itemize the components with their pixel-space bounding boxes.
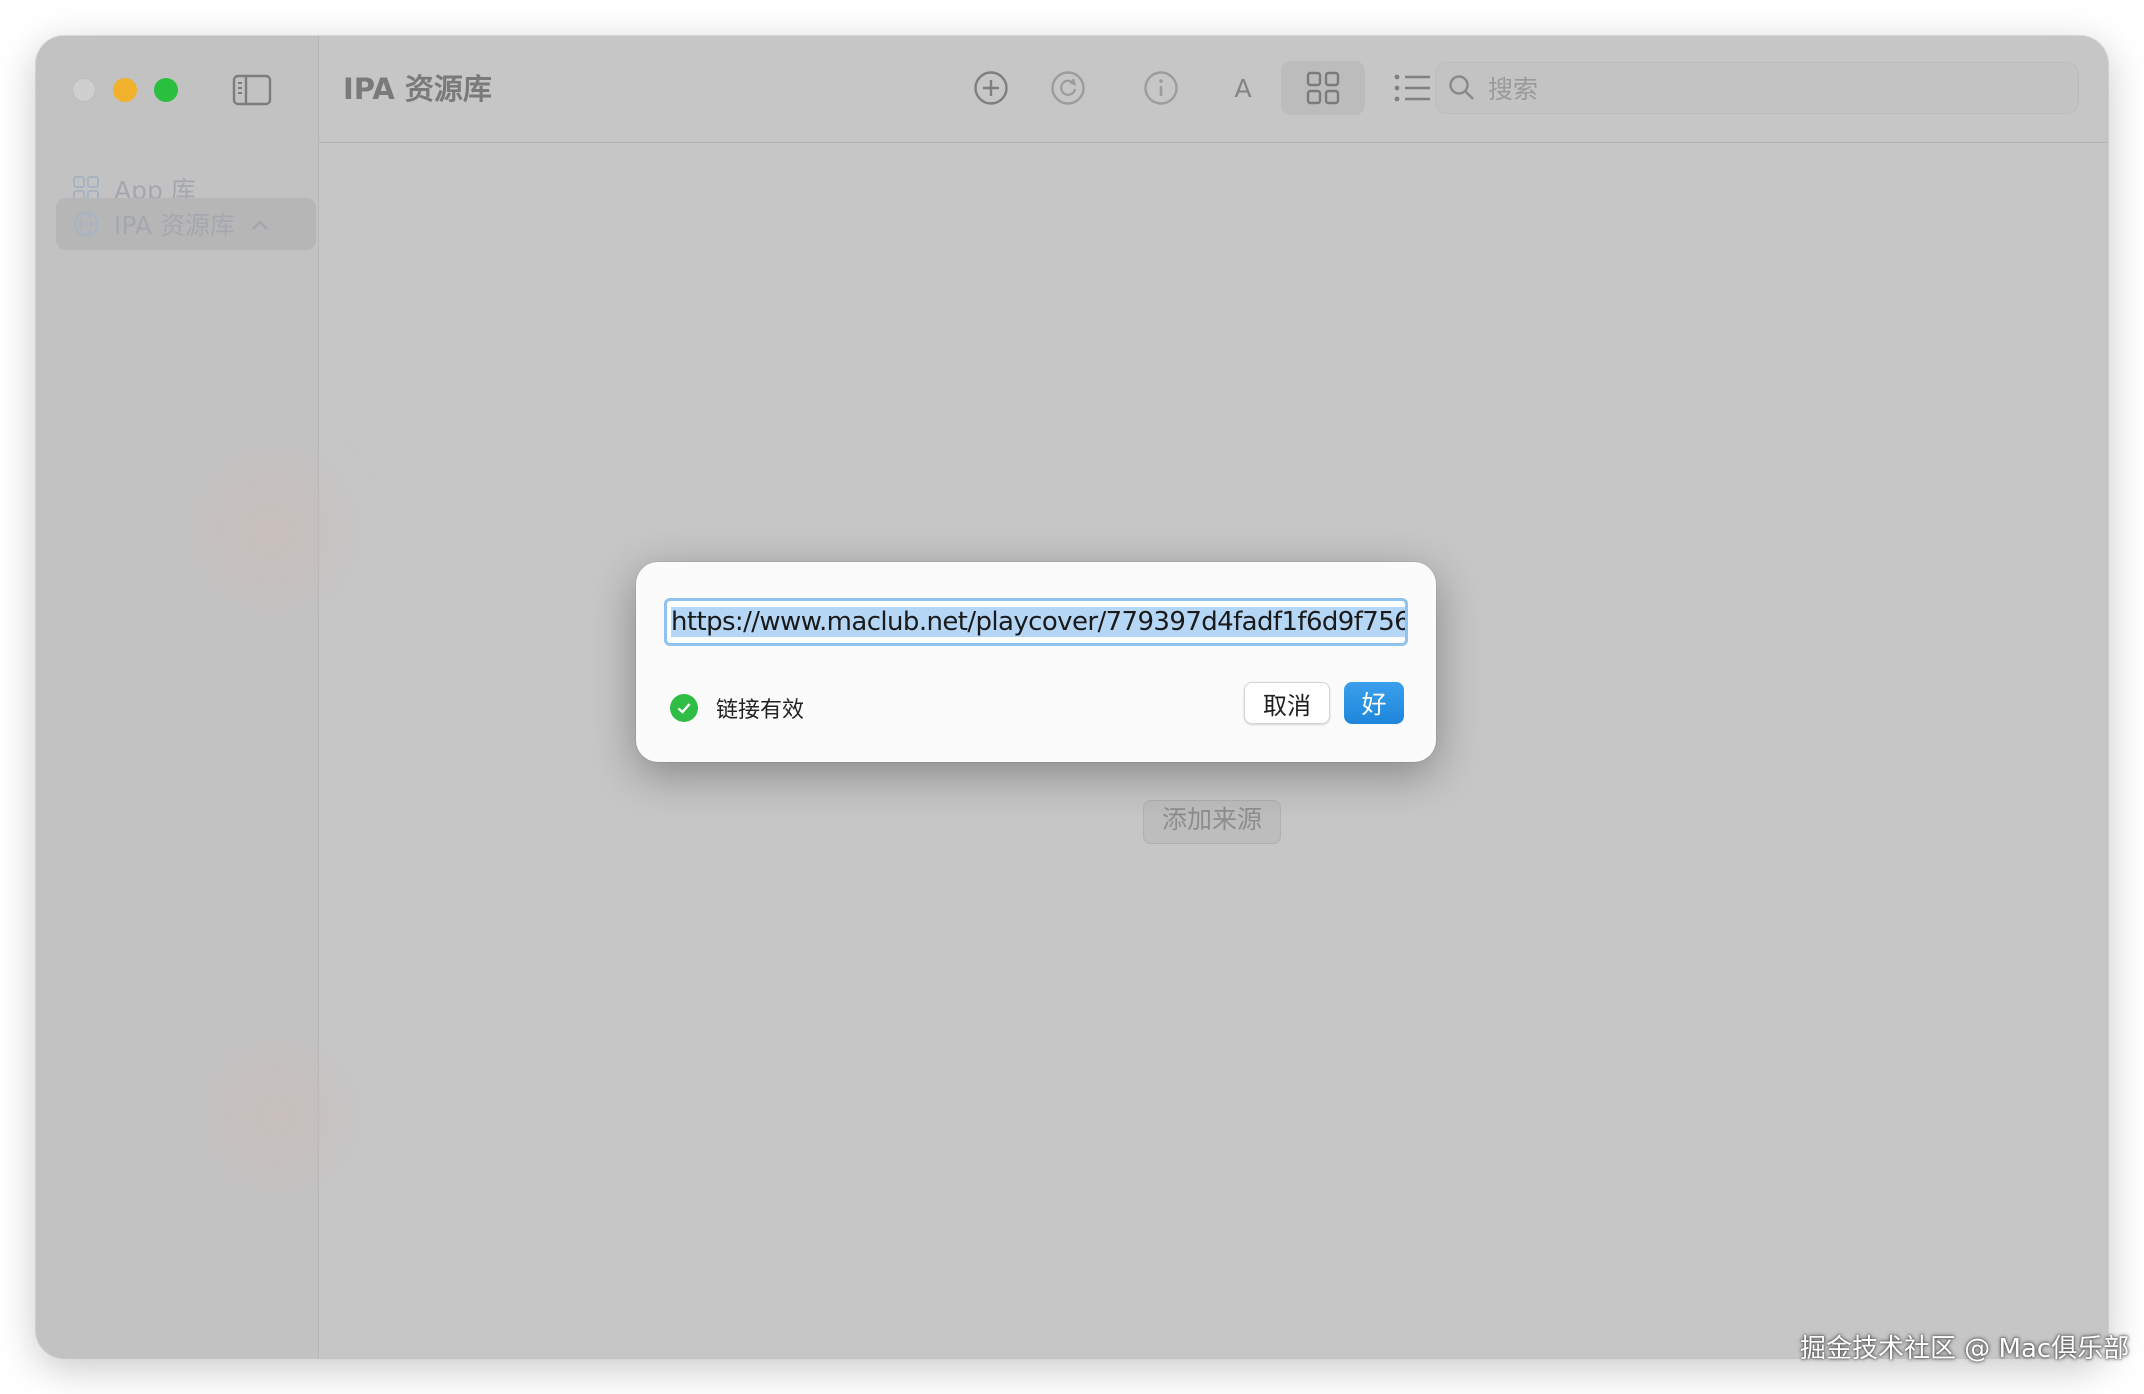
font-button[interactable]: A [1221, 66, 1265, 110]
refresh-icon [1051, 71, 1085, 105]
chevron-up-icon[interactable] [251, 212, 269, 236]
traffic-lights [72, 78, 178, 102]
url-input-value: https://www.maclub.net/playcover/779397d… [671, 607, 1405, 637]
search-placeholder: 搜索 [1488, 75, 1539, 104]
blurred-background-shape [216, 1056, 336, 1176]
sidebar-item-label: IPA 资源库 [114, 211, 235, 240]
maximize-window-button[interactable] [154, 78, 178, 102]
blurred-background-shape [206, 466, 336, 596]
url-input[interactable]: https://www.maclub.net/playcover/779397d… [664, 598, 1408, 646]
search-field[interactable]: 搜索 [1435, 62, 2079, 114]
search-icon [1449, 75, 1474, 100]
grid-view-button[interactable] [1281, 61, 1365, 115]
page-title: IPA 资源库 [343, 72, 492, 106]
sidebar-item-ipa-library[interactable]: IPA 资源库 [56, 198, 316, 250]
sidebar-toggle-button[interactable] [232, 74, 272, 106]
toolbar: IPA 资源库 A 搜索 [319, 36, 2108, 143]
ok-button[interactable]: 好 [1344, 682, 1404, 724]
watermark: 掘金技术社区 @ Mac俱乐部 [1800, 1334, 2130, 1364]
close-window-button[interactable] [72, 78, 96, 102]
refresh-button[interactable] [1046, 66, 1090, 110]
grid-view-icon [1306, 71, 1340, 105]
sidebar: App 库 IPA 资源库 [36, 36, 336, 1358]
globe-icon [72, 210, 100, 238]
info-button[interactable] [1139, 66, 1183, 110]
checkmark-icon [670, 694, 698, 722]
list-view-button[interactable] [1385, 66, 1441, 110]
list-view-icon [1394, 74, 1430, 102]
add-source-button[interactable]: 添加来源 [1143, 800, 1281, 844]
sidebar-toggle-icon [232, 74, 272, 106]
info-icon [1144, 71, 1178, 105]
link-status: 链接有效 [670, 692, 804, 724]
add-source-dialog: https://www.maclub.net/playcover/779397d… [636, 562, 1436, 762]
add-circle-icon [974, 71, 1008, 105]
cancel-button[interactable]: 取消 [1244, 682, 1330, 724]
link-status-text: 链接有效 [716, 698, 805, 723]
add-button[interactable] [969, 66, 1013, 110]
minimize-window-button[interactable] [113, 78, 137, 102]
